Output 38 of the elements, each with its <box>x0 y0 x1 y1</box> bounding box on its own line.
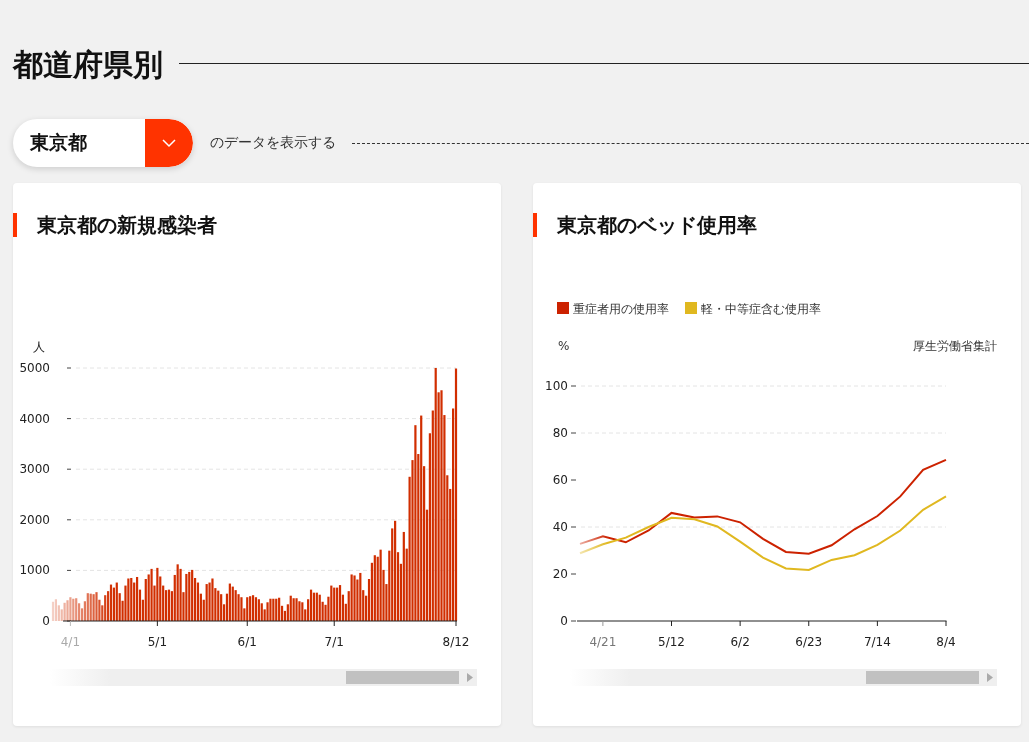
arrow-right-icon[interactable] <box>987 673 993 682</box>
scrollbar-thumb[interactable] <box>346 671 459 684</box>
axis-tick-label: 4/21 <box>589 635 617 649</box>
axis-tick-label: 0 <box>560 614 568 628</box>
axis-tick-label: 6/1 <box>237 635 257 649</box>
card-title: 東京都の新規感染者 <box>13 213 501 237</box>
axis-tick-label: 6/23 <box>795 635 823 649</box>
scrollbar-thumb[interactable] <box>866 671 979 684</box>
axis-tick-label: 1000 <box>19 563 50 578</box>
legend-label: 軽・中等症含む使用率 <box>701 301 821 316</box>
axis-tick-label: 4000 <box>19 411 50 426</box>
axis-tick-label: 40 <box>552 520 568 534</box>
axis-tick-label: 4/1 <box>60 635 81 649</box>
axis-tick-label: 7/14 <box>863 635 891 649</box>
axis-tick-label: 20 <box>552 567 568 581</box>
axis-tick-label: 8/4 <box>936 635 956 649</box>
arrow-right-icon[interactable] <box>467 673 473 682</box>
axis-tick-label: 60 <box>552 473 568 487</box>
axis-tick-label: 7/1 <box>324 635 344 649</box>
axis-unit-label: % <box>558 339 570 353</box>
select-caption: のデータを表示する <box>210 134 336 152</box>
axis-tick-label: 8/12 <box>442 635 470 649</box>
prefecture-select[interactable]: 東京都 <box>13 119 193 167</box>
source-note: 厚生労働省集計 <box>913 339 997 353</box>
axis-unit-label: 人 <box>33 340 45 354</box>
chevron-down-icon <box>145 119 193 167</box>
axis-tick-label: 80 <box>552 426 568 440</box>
axis-tick-label: 5000 <box>19 361 50 375</box>
axis-tick-label: 3000 <box>19 462 50 477</box>
legend-label: 重症者用の使用率 <box>573 301 669 316</box>
axis-tick-label: 100 <box>545 379 568 393</box>
section-title: 都道府県別 <box>13 46 163 84</box>
axis-tick-label: 6/2 <box>730 635 750 649</box>
axis-tick-label: 0 <box>42 614 50 628</box>
axis-tick-label: 5/1 <box>147 635 168 649</box>
card-title: 東京都のベッド使用率 <box>533 213 1021 237</box>
axis-tick-label: 5/12 <box>658 635 685 649</box>
axis-tick-label: 2000 <box>19 512 50 527</box>
